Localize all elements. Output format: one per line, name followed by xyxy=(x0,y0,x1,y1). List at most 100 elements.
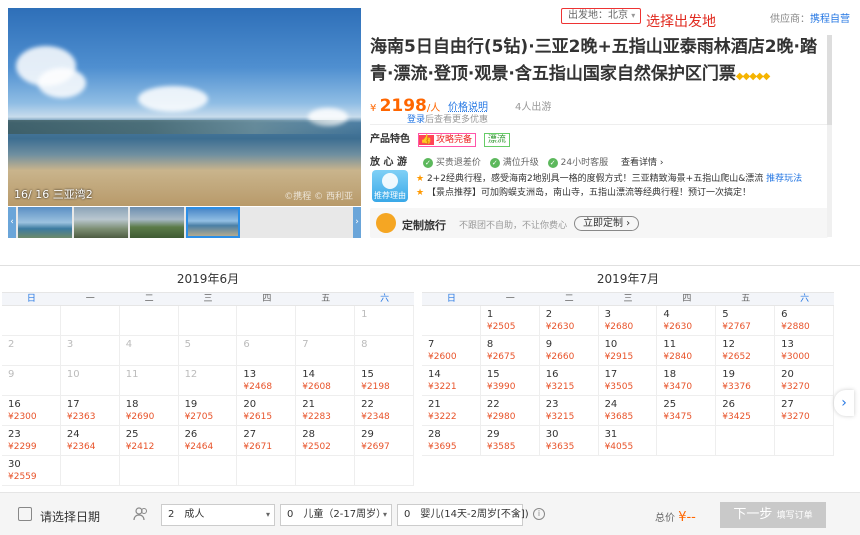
custom-travel-bar: 定制旅行 不跟团不自助，不让你费心 立即定制 › xyxy=(370,208,828,238)
calendar-day[interactable]: 14 ¥2608 xyxy=(296,366,356,396)
calendar-day[interactable]: 1 ¥2505 xyxy=(480,306,540,336)
calendar-day[interactable]: 27 ¥3270 xyxy=(775,396,834,426)
next-step-button[interactable]: 下一步 填写订单 xyxy=(720,502,826,528)
calendar-day[interactable]: 4 ¥2630 xyxy=(657,306,717,336)
thumbnail[interactable] xyxy=(74,207,128,238)
scrollbar[interactable] xyxy=(827,35,832,237)
day-number: 6 xyxy=(243,339,250,350)
calendar-day[interactable]: 21 ¥3222 xyxy=(422,396,481,426)
calendar-day[interactable]: 13 ¥2468 xyxy=(237,366,297,396)
day-number: 28 xyxy=(428,429,441,440)
thumbnail[interactable] xyxy=(130,207,184,238)
calendar-day[interactable]: 24 ¥2364 xyxy=(60,426,120,456)
calendar-day[interactable]: 19 ¥2705 xyxy=(178,396,238,426)
departure-select[interactable]: 出发地：北京 ▾ xyxy=(561,8,641,24)
day-price: ¥2630 xyxy=(545,322,575,332)
calendar-day[interactable]: 26 ¥3425 xyxy=(716,396,776,426)
calendar-day[interactable]: 18 ¥3470 xyxy=(657,366,717,396)
calendar-day[interactable]: 19 ¥3376 xyxy=(716,366,776,396)
calendar-next-arrow-icon[interactable]: › xyxy=(834,390,854,416)
day-price: ¥3585 xyxy=(486,442,516,452)
calendar-day[interactable]: 28 ¥3695 xyxy=(422,426,481,456)
main-photo[interactable]: 16/ 16 三亚湾2 ©携程 © 西利亚 xyxy=(8,8,361,206)
calendar-day[interactable]: 14 ¥3221 xyxy=(422,366,481,396)
calendar-day[interactable]: 26 ¥2464 xyxy=(178,426,238,456)
calendar-day[interactable]: 13 ¥3000 xyxy=(775,336,834,366)
calendar-day[interactable]: 3 ¥2680 xyxy=(598,306,658,336)
children-select[interactable]: 0 儿童（2-17周岁） ▾ xyxy=(280,504,392,526)
calendar-day[interactable]: 25 ¥3475 xyxy=(657,396,717,426)
thumb-prev-arrow-icon[interactable]: ‹ xyxy=(8,207,16,238)
calendar-day[interactable]: 15 ¥2198 xyxy=(355,366,414,396)
calendar-day[interactable]: 17 ¥2363 xyxy=(60,396,120,426)
thumb-next-arrow-icon[interactable]: › xyxy=(353,207,361,238)
day-number: 24 xyxy=(604,399,618,410)
calendar-day[interactable]: 24 ¥3685 xyxy=(598,396,658,426)
custom-travel-button[interactable]: 立即定制 › xyxy=(574,216,640,231)
assurance-more-link[interactable]: 查看详情 › xyxy=(621,158,663,168)
calendar-day[interactable]: 18 ¥2690 xyxy=(119,396,179,426)
calendar-day[interactable]: 28 ¥2502 xyxy=(296,426,356,456)
adults-select[interactable]: 2 成人 ▾ xyxy=(161,504,275,526)
day-number: 16 xyxy=(8,399,21,410)
calendar-day[interactable]: 23 ¥3215 xyxy=(539,396,599,426)
calendar-day[interactable]: 20 ¥3270 xyxy=(775,366,834,396)
day-price: ¥2915 xyxy=(604,352,634,362)
calendar-day[interactable]: 17 ¥3505 xyxy=(598,366,658,396)
calendar-day[interactable]: 20 ¥2615 xyxy=(237,396,297,426)
infants-select[interactable]: 0 婴儿(14天-2周岁[不含]) ▾ xyxy=(397,504,529,526)
day-number: 3 xyxy=(604,309,611,320)
calendar-day[interactable]: 25 ¥2412 xyxy=(119,426,179,456)
calendar-day[interactable]: 7 ¥2600 xyxy=(422,336,481,366)
calendar-day[interactable]: 11 ¥2840 xyxy=(657,336,717,366)
check-icon: ✓ xyxy=(547,158,558,168)
calendar-day[interactable]: 16 ¥2300 xyxy=(2,396,61,426)
calendar-day[interactable]: 15 ¥3990 xyxy=(480,366,540,396)
day-price: ¥2660 xyxy=(545,352,575,362)
calendar-day[interactable]: 22 ¥2348 xyxy=(355,396,414,426)
calendar-day[interactable]: 16 ¥3215 xyxy=(539,366,599,396)
divider xyxy=(370,124,828,125)
calendar-day[interactable]: 23 ¥2299 xyxy=(2,426,61,456)
calendar-day[interactable]: 29 ¥3585 xyxy=(480,426,540,456)
calendar-day[interactable]: 21 ¥2283 xyxy=(296,396,356,426)
calendar-day[interactable]: 10 ¥2915 xyxy=(598,336,658,366)
day-number: 19 xyxy=(722,369,736,380)
calendar-day[interactable]: 2 ¥2630 xyxy=(539,306,599,336)
calendar-day[interactable]: 27 ¥2671 xyxy=(237,426,297,456)
thumbnail[interactable] xyxy=(18,207,72,238)
calendar-day[interactable]: 22 ¥2980 xyxy=(480,396,540,426)
day-number: 4 xyxy=(663,309,670,320)
calendar-day[interactable]: 12 ¥2652 xyxy=(716,336,776,366)
price-note-link[interactable]: 价格说明 xyxy=(448,98,488,113)
calendar-day[interactable]: 30 ¥3635 xyxy=(539,426,599,456)
calendar-day[interactable]: 8 ¥2675 xyxy=(480,336,540,366)
day-number: 6 xyxy=(781,309,788,320)
calendar-day[interactable]: 6 ¥2880 xyxy=(775,306,834,336)
calendar-day[interactable]: 30 ¥2559 xyxy=(2,456,61,486)
supplier-link[interactable]: 携程自营 xyxy=(810,14,850,25)
booking-bar: 请选择日期 2 成人 ▾ 0 儿童（2-17周岁） ▾ 0 婴儿(14天-2周岁[不含… xyxy=(0,492,860,535)
day-number: 19 xyxy=(184,399,198,410)
select-date-label[interactable]: 请选择日期 xyxy=(40,508,100,525)
supplier-info: 供应商：携程自营 xyxy=(770,14,850,25)
day-price: ¥2600 xyxy=(428,352,457,362)
calendar-day[interactable]: 29 ¥2697 xyxy=(355,426,414,456)
day-price: ¥2652 xyxy=(722,352,751,362)
info-icon[interactable]: i xyxy=(533,508,545,520)
day-price: ¥3222 xyxy=(428,412,457,422)
calendar-day[interactable]: 5 ¥2767 xyxy=(716,306,776,336)
day-price: ¥3990 xyxy=(486,382,516,392)
month-title: 2019年6月 xyxy=(176,272,240,286)
calendar-day[interactable]: 9 ¥2660 xyxy=(539,336,599,366)
feature-tag-guide[interactable]: 👍 攻略完备 xyxy=(417,133,477,147)
thumbnail-selected[interactable] xyxy=(186,207,240,238)
calendar-day: 5 xyxy=(178,336,238,366)
feature-tag-rafting[interactable]: 漂流 xyxy=(483,133,510,147)
day-price: ¥2680 xyxy=(604,322,634,332)
day-number: 3 xyxy=(66,339,74,350)
recommend-play-link[interactable]: 推荐玩法 xyxy=(766,174,802,184)
day-number: 26 xyxy=(722,399,736,410)
day-price: ¥4055 xyxy=(604,442,634,452)
calendar-day[interactable]: 31 ¥4055 xyxy=(598,426,658,456)
